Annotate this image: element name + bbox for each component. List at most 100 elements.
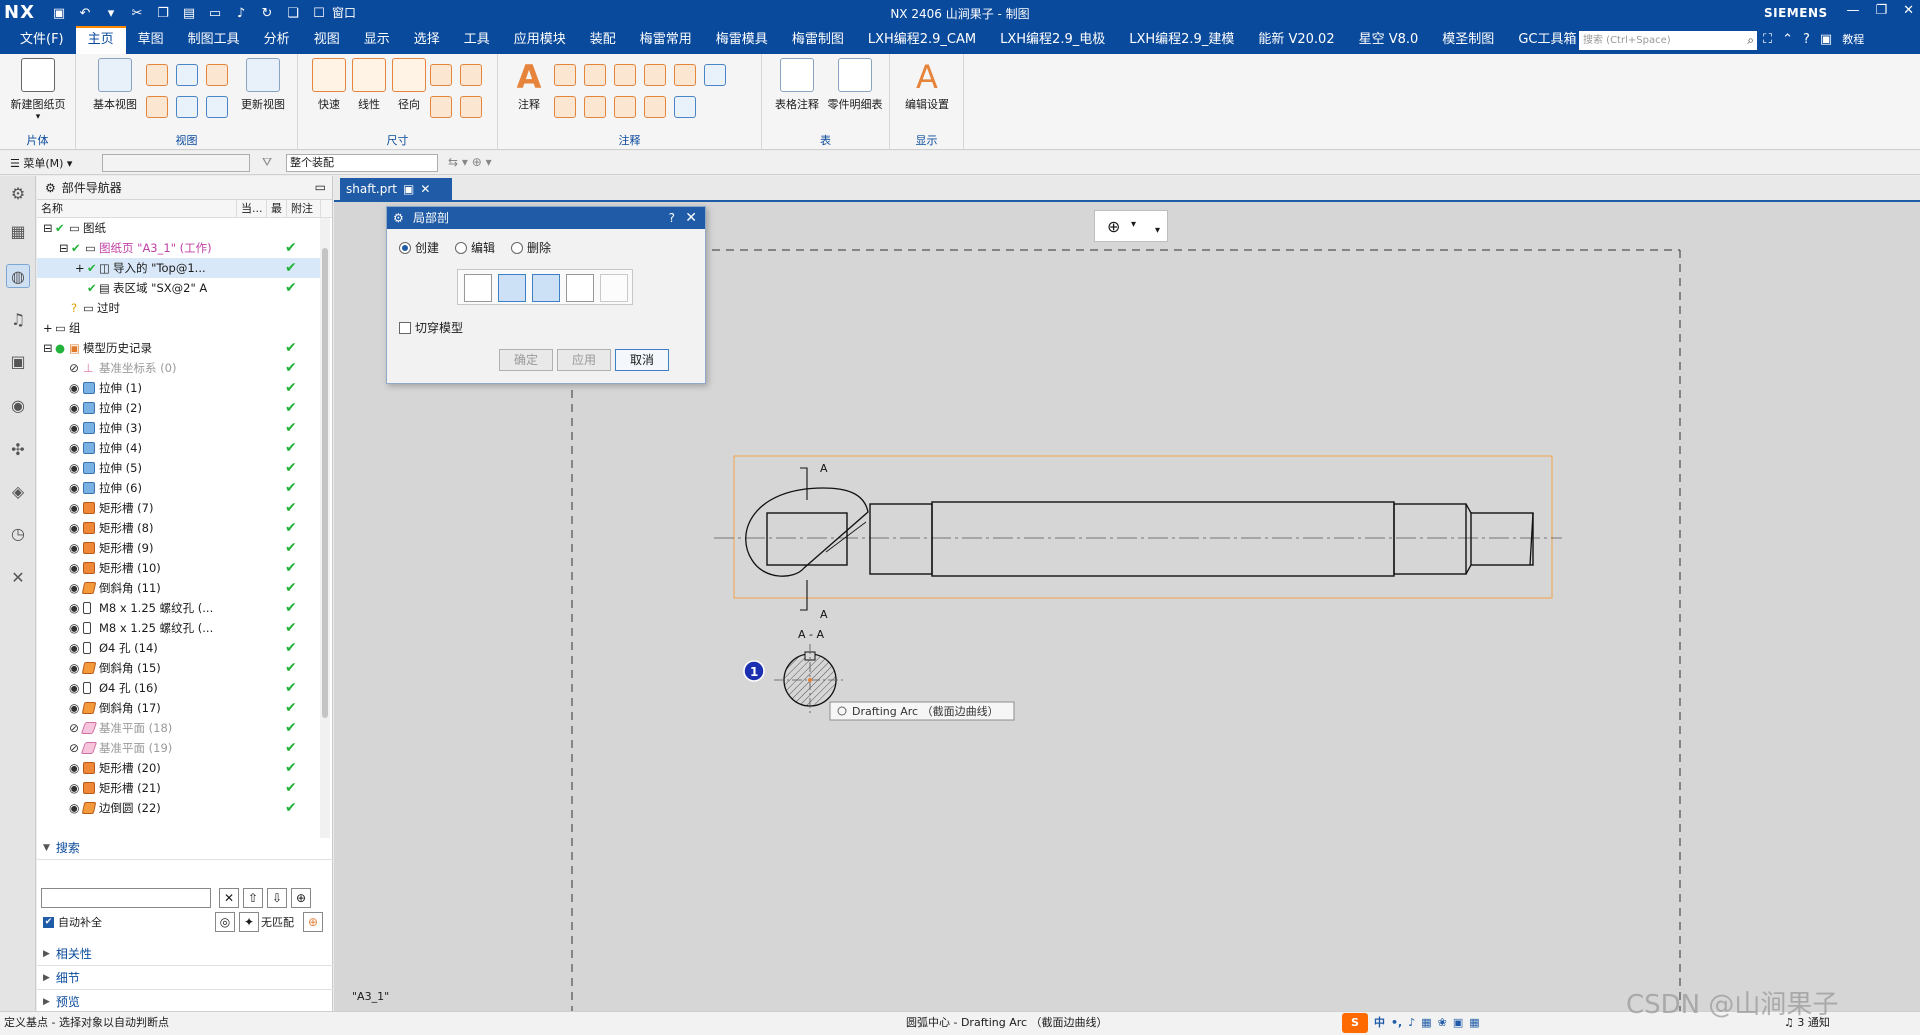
fill-icon[interactable] (674, 64, 696, 86)
hidden-eye-icon[interactable]: ⊘ (69, 738, 79, 758)
tree-row-feature[interactable]: ◉ 矩形槽 (10) ✔ (37, 558, 320, 578)
window-icon[interactable]: ☐ (310, 4, 328, 22)
keyboard-icon[interactable]: ▦ (1421, 1012, 1431, 1034)
navigator-scrollbar[interactable] (320, 218, 330, 838)
microphone-icon[interactable]: ♪ (232, 4, 250, 22)
tab-meilei-common[interactable]: 梅雷常用 (628, 26, 704, 54)
surface-finish-icon[interactable] (584, 64, 606, 86)
search-icon[interactable]: ⌕ (1747, 31, 1754, 50)
search-section-header[interactable]: ▼ 搜索 (37, 836, 333, 860)
tab-tools[interactable]: 工具 (452, 26, 502, 54)
tab-sketch[interactable]: 草图 (126, 26, 176, 54)
maximize-icon[interactable]: ▭ (315, 180, 326, 194)
document-tab[interactable]: shaft.prt ▣ ✕ (340, 178, 452, 200)
eye-icon[interactable]: ◉ (69, 698, 79, 718)
filter-options-icon[interactable]: ◎ (215, 912, 235, 932)
radio-dot[interactable] (399, 241, 411, 254)
cancel-button[interactable]: 取消 (615, 349, 669, 371)
select-matches-icon[interactable]: ⊕ (303, 912, 323, 932)
help-icon[interactable]: ? (669, 207, 675, 229)
tree-row-feature[interactable]: ◉ Ø4 孔 (14) ✔ (37, 638, 320, 658)
tabular-note-button[interactable]: 表格注释 (768, 58, 826, 112)
expand-icon[interactable]: ⊟ (59, 238, 69, 258)
angular-dimension-icon[interactable] (430, 64, 452, 86)
chevron-down-icon[interactable]: ▾ (102, 4, 120, 22)
close-tab-icon[interactable]: ✕ (420, 178, 430, 200)
eye-icon[interactable]: ◉ (69, 678, 79, 698)
specify-base-point-step-icon[interactable] (498, 274, 526, 302)
toolbox-icon[interactable]: ▣ (1453, 1012, 1463, 1034)
settings-icon[interactable]: ⚙ (6, 182, 30, 206)
tree-row-feature[interactable]: ◉ 拉伸 (1) ✔ (37, 378, 320, 398)
apply-button[interactable]: 应用 (557, 349, 611, 371)
eye-icon[interactable]: ◉ (69, 798, 79, 818)
skin-icon[interactable]: ❀ (1438, 1012, 1447, 1034)
tab-lxh-modeling[interactable]: LXH编程2.9_建模 (1117, 26, 1246, 54)
tree-row-feature[interactable]: ◉ M8 x 1.25 螺纹孔 (... ✔ (37, 598, 320, 618)
tutorial-icon[interactable]: ▣ (1820, 32, 1832, 47)
chevron-down-icon[interactable]: ▾ (1131, 219, 1136, 230)
eye-icon[interactable]: ◉ (69, 378, 79, 398)
tab-file[interactable]: 文件(F) (8, 26, 76, 54)
ime-language[interactable]: 中 (1374, 1012, 1385, 1034)
select-view-step-icon[interactable] (464, 274, 492, 302)
copy-icon[interactable]: ❐ (154, 4, 172, 22)
eye-icon[interactable]: ◉ (69, 498, 79, 518)
new-sheet-button[interactable]: 新建图纸页 ▾ (9, 58, 67, 122)
eye-icon[interactable]: ◉ (69, 578, 79, 598)
column-latest[interactable]: 最 (267, 200, 287, 217)
select-curves-step-icon[interactable] (566, 274, 594, 302)
tools-icon[interactable]: ✕ (6, 566, 30, 590)
tree-row-feature[interactable]: ⊘ ⊥ 基准坐标系 (0) ✔ (37, 358, 320, 378)
crosshair-icon[interactable]: ⊕ (1107, 217, 1120, 236)
mode-delete-radio[interactable]: 删除 (511, 239, 551, 256)
eye-icon[interactable]: ◉ (69, 458, 79, 478)
balloon-icon[interactable] (584, 96, 606, 118)
column-notes[interactable]: 附注 (287, 200, 321, 217)
mode-create-radio[interactable]: 创建 (399, 239, 439, 256)
eye-icon[interactable]: ◉ (69, 638, 79, 658)
tab-mosheng[interactable]: 模圣制图 (1430, 26, 1506, 54)
tree-row-drawing[interactable]: ⊟ ✔ ▭ 图纸 (37, 218, 320, 238)
details-section-header[interactable]: ▶ 细节 (37, 966, 333, 990)
tutorial-link[interactable]: 教程 (1842, 31, 1864, 47)
reuse-library-icon[interactable]: ▣ (6, 350, 30, 374)
close-icon[interactable]: ✕ (1903, 3, 1914, 18)
hidden-eye-icon[interactable]: ⊘ (69, 358, 79, 378)
tree-row-outdated[interactable]: ? ▭ 过时 (37, 298, 320, 318)
tree-row-group[interactable]: + ▭ 组 (37, 318, 320, 338)
tab-assemblies[interactable]: 装配 (578, 26, 628, 54)
center-mark-icon[interactable] (704, 64, 726, 86)
tab-drafting-tools[interactable]: 制图工具 (176, 26, 252, 54)
cut-icon[interactable]: ✂ (128, 4, 146, 22)
eye-icon[interactable]: ◉ (69, 398, 79, 418)
eye-icon[interactable]: ◉ (69, 658, 79, 678)
tab-nengxin[interactable]: 能新 V20.02 (1246, 26, 1346, 54)
tree-row-feature[interactable]: ◉ 拉伸 (6) ✔ (37, 478, 320, 498)
touch-mode-icon[interactable]: ▭ (206, 4, 224, 22)
cut-through-model-checkbox[interactable] (399, 321, 411, 334)
edit-settings-button[interactable]: A 编辑设置 (898, 58, 956, 112)
parts-list-button[interactable]: 零件明细表 (826, 58, 884, 112)
type-filter-combo[interactable] (102, 154, 250, 172)
eye-icon[interactable]: ◉ (69, 598, 79, 618)
thickness-dimension-icon[interactable] (430, 96, 452, 118)
section-marker-top[interactable]: A (820, 462, 828, 475)
collapse-ribbon-icon[interactable]: ⌃ (1782, 32, 1793, 47)
history-icon[interactable]: ◷ (6, 522, 30, 546)
assembly-navigator-icon[interactable]: ▦ (6, 220, 30, 244)
repeat-command-icon[interactable]: ↻ (258, 4, 276, 22)
save-icon[interactable]: ▣ (50, 4, 68, 22)
tree-row-imported-view[interactable]: + ✔ ◫ 导入的 "Top@1... ✔ (37, 258, 320, 278)
dialog-settings-icon[interactable]: ⚙ (393, 207, 404, 229)
tree-row-feature[interactable]: ◉ 拉伸 (4) ✔ (37, 438, 320, 458)
sogou-logo-icon[interactable]: S (1342, 1013, 1368, 1033)
next-match-icon[interactable]: ⇩ (267, 888, 287, 908)
help-icon[interactable]: ? (1803, 32, 1810, 47)
voice-input-icon[interactable]: ♪ (1408, 1012, 1415, 1034)
tree-row-feature[interactable]: ◉ 矩形槽 (7) ✔ (37, 498, 320, 518)
eye-icon[interactable]: ◉ (69, 558, 79, 578)
ordinate-dimension-icon[interactable] (460, 96, 482, 118)
previous-match-icon[interactable]: ⇧ (243, 888, 263, 908)
tab-xingkong[interactable]: 星空 V8.0 (1347, 26, 1431, 54)
